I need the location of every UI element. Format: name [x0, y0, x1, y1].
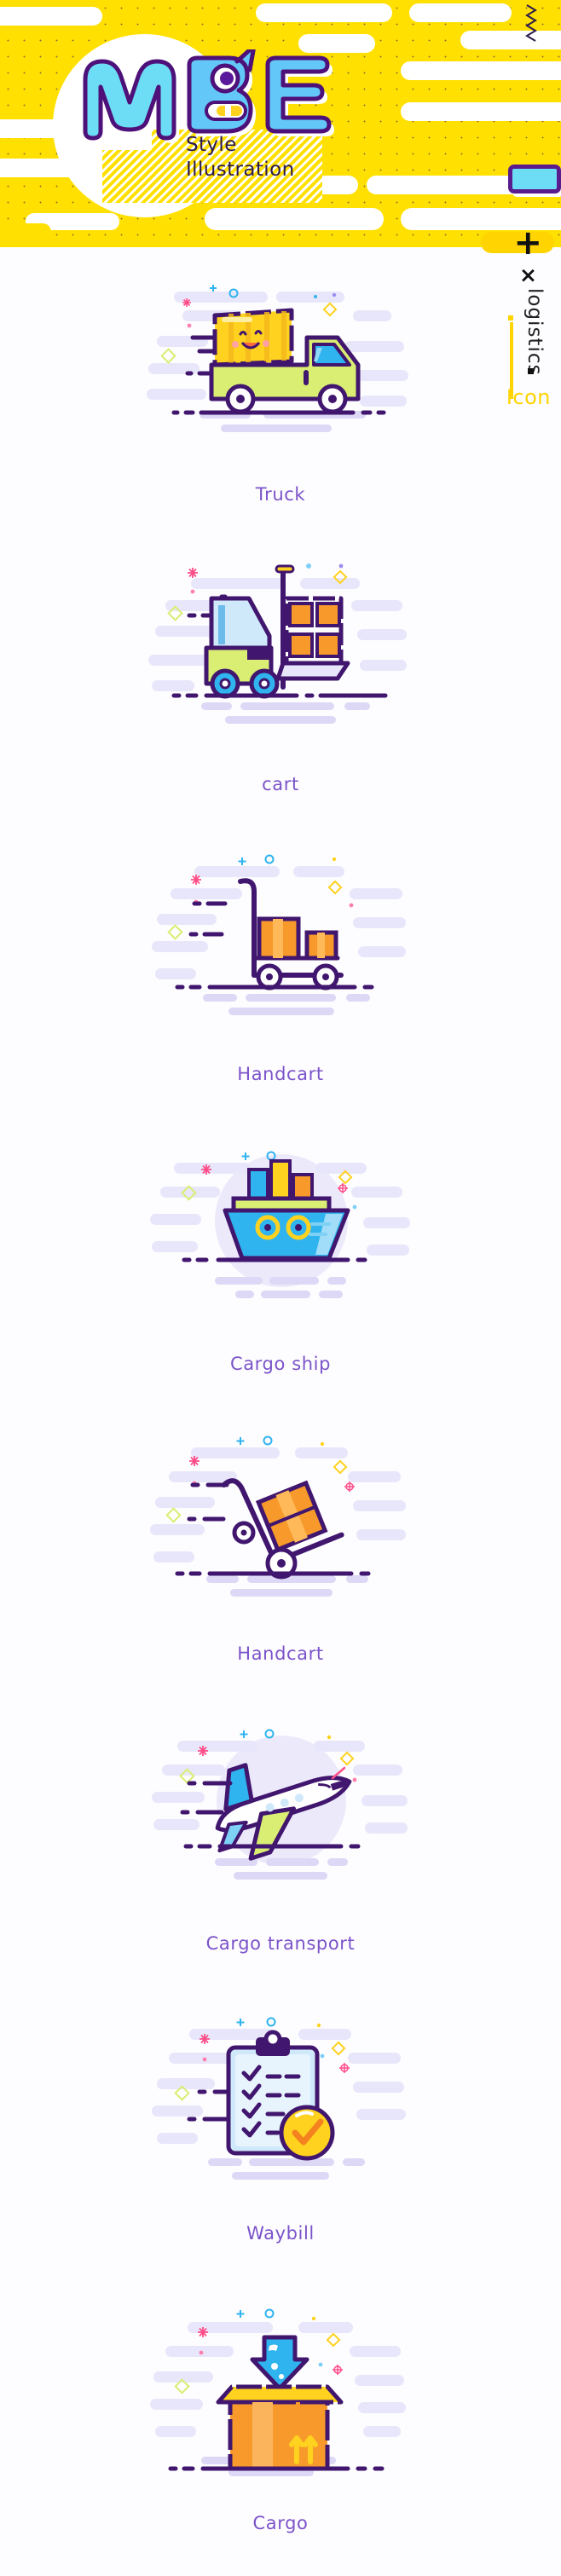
- mbe-logo-svg: .fill-c { fill:#6ddcf5; } .fill-b { fill…: [83, 49, 334, 143]
- illustration-handcart-b: [140, 1429, 421, 1642]
- illustration-cargo-plane: [140, 1718, 421, 1932]
- icon-caption: Handcart: [237, 1643, 324, 1664]
- icon-cell[interactable]: Cargo transport: [0, 1718, 561, 2008]
- deco-bar: [401, 102, 561, 121]
- icon-caption: Cargo ship: [229, 1354, 332, 1374]
- plus-icon[interactable]: +: [513, 226, 542, 260]
- deco-bar: [205, 208, 384, 230]
- icon-cell[interactable]: Cargo ship: [0, 1139, 561, 1429]
- hero-banner: .fill-c { fill:#6ddcf5; } .fill-b { fill…: [0, 0, 561, 247]
- close-icon[interactable]: ×: [519, 263, 537, 287]
- icon-caption: cart: [262, 774, 299, 794]
- icon-caption: Truck: [255, 484, 306, 505]
- illustration-cargo-box: [140, 2298, 421, 2511]
- zigzag-icon: [525, 4, 537, 42]
- hero-stripes: [102, 150, 162, 203]
- hero-subtitle: Style Illustration: [186, 133, 295, 182]
- label-icon-word: Icon: [506, 385, 551, 409]
- vertical-label-logistics: logistics: [523, 288, 546, 376]
- icon-grid: Truck cart Handcart Cargo ship Handcart …: [0, 247, 561, 2576]
- square-bullet-icon: [528, 368, 534, 374]
- deco-bar: [256, 3, 392, 22]
- icon-caption: Cargo: [252, 2513, 309, 2533]
- color-swatch-chip: [508, 165, 561, 193]
- illustration-handcart-a: [140, 849, 421, 1062]
- accent-tick: [508, 315, 513, 321]
- icon-cell[interactable]: Truck: [0, 269, 561, 559]
- icon-cell[interactable]: Handcart: [0, 1429, 561, 1718]
- deco-bar-yellow: [0, 223, 51, 240]
- illustration-waybill: [140, 2008, 421, 2221]
- icon-cell[interactable]: Cargo: [0, 2298, 561, 2576]
- icon-caption: Waybill: [246, 2223, 315, 2244]
- deco-bar: [0, 7, 102, 26]
- icon-cell[interactable]: Waybill: [0, 2008, 561, 2298]
- illustration-forklift: [140, 559, 421, 772]
- hero-subtitle-line1: Style: [186, 134, 237, 156]
- page-root: .fill-c { fill:#6ddcf5; } .fill-b { fill…: [0, 0, 561, 2576]
- icon-caption: Handcart: [237, 1064, 324, 1084]
- illustration-cargo-ship: [140, 1139, 421, 1352]
- hero-logo: .fill-c { fill:#6ddcf5; } .fill-b { fill…: [78, 49, 334, 143]
- icon-cell[interactable]: Handcart: [0, 849, 561, 1139]
- deco-bar: [409, 3, 512, 22]
- deco-bar: [401, 61, 561, 80]
- illustration-truck: [140, 269, 421, 482]
- hero-subtitle-line2: Illustration: [186, 159, 295, 181]
- icon-cell[interactable]: cart: [0, 559, 561, 849]
- icon-caption: Cargo transport: [205, 1933, 356, 1954]
